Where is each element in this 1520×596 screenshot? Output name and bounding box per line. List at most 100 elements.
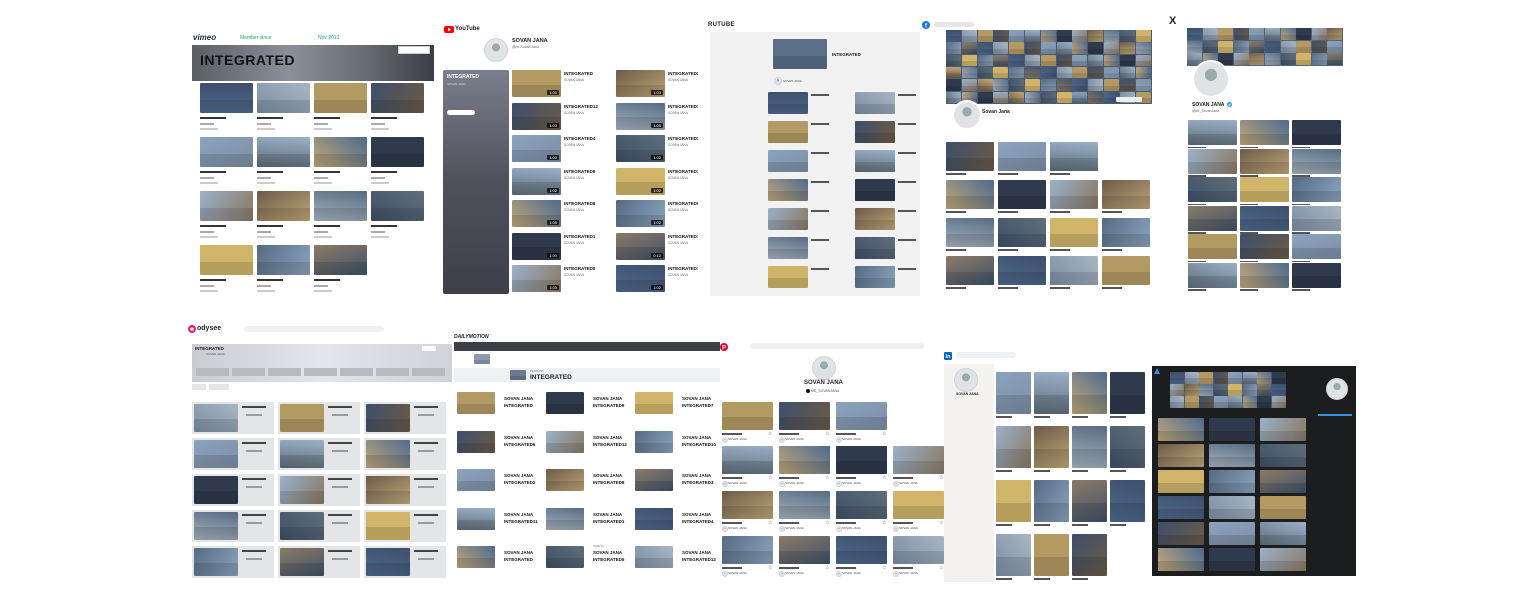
banner-mosaic-tile[interactable] [1187,40,1202,53]
cover-mosaic-tile[interactable] [946,54,961,67]
facebook-video-thumbnail[interactable] [1050,180,1098,209]
pinterest-profile-avatar[interactable] [812,356,836,380]
cover-mosaic-tile[interactable] [1213,384,1228,396]
banner-mosaic-tile[interactable] [1233,40,1249,53]
cover-mosaic-tile[interactable] [1025,79,1040,91]
pinterest-pin-thumbnail[interactable] [836,536,887,564]
pinterest-pin-thumbnail[interactable] [836,446,887,474]
x-media-thumbnail[interactable] [1292,148,1341,174]
facebook-video-thumbnail[interactable] [1050,218,1098,247]
dailymotion-video-thumbnail[interactable] [457,546,495,568]
cover-mosaic-tile[interactable] [977,66,993,79]
x-media-thumbnail[interactable] [1292,262,1341,288]
x-media-thumbnail[interactable] [1240,148,1289,174]
linkedin-video-thumbnail[interactable] [1110,372,1145,414]
banner-mosaic-tile[interactable] [1327,40,1343,53]
odysee-video-thumbnail[interactable] [194,404,238,432]
linkedin-video-thumbnail[interactable] [1072,480,1107,522]
cover-mosaic-tile[interactable] [1088,42,1104,54]
cover-mosaic-tile[interactable] [1104,30,1119,42]
odysee-search-bar[interactable] [244,326,384,332]
odysee-filter-1[interactable] [192,384,206,390]
vimeo-video-thumbnail[interactable] [257,191,310,221]
cover-mosaic-tile[interactable] [1257,396,1271,408]
odysee-tab[interactable] [232,368,265,376]
cover-mosaic-tile[interactable] [961,30,977,42]
odysee-tab[interactable] [376,368,409,376]
cover-mosaic-tile[interactable] [1213,372,1228,384]
cover-mosaic-tile[interactable] [946,79,961,91]
linkedin-video-thumbnail[interactable] [996,426,1031,468]
pinterest-pin-thumbnail[interactable] [836,402,887,430]
pinterest-pin-thumbnail[interactable] [779,402,830,430]
odysee-tab[interactable] [304,368,337,376]
cover-mosaic-tile[interactable] [1072,79,1088,91]
save-star-icon[interactable]: ☆ [768,475,772,481]
cover-mosaic-tile[interactable] [1170,396,1184,408]
dailymotion-video-thumbnail[interactable] [635,430,673,453]
pinterest-pin-thumbnail[interactable] [893,536,944,564]
save-star-icon[interactable]: ☆ [825,565,829,571]
banner-mosaic-tile[interactable] [1202,40,1218,53]
vimeo-video-thumbnail[interactable] [200,137,253,167]
banner-mosaic-tile[interactable] [1265,53,1280,66]
odysee-video-thumbnail[interactable] [280,548,324,576]
rutube-video-thumbnail[interactable] [768,150,808,172]
rutube-video-thumbnail[interactable] [855,208,895,230]
cover-mosaic-tile[interactable] [1135,66,1151,79]
vimeo-video-thumbnail[interactable] [314,137,367,167]
odysee-video-thumbnail[interactable] [280,512,324,540]
facebook-video-thumbnail[interactable] [998,256,1046,285]
youtube-video-thumbnail[interactable]: 1:02 [616,135,665,162]
cover-mosaic-tile[interactable] [993,54,1009,67]
vimeo-video-thumbnail[interactable] [200,83,253,113]
cover-mosaic-tile[interactable] [1135,30,1151,42]
vimeo-video-thumbnail[interactable] [257,137,310,167]
facebook-video-thumbnail[interactable] [1102,180,1150,209]
cover-mosaic-tile[interactable] [1009,54,1025,67]
facebook-search-bar[interactable] [934,22,974,27]
cover-mosaic-tile[interactable] [993,79,1009,91]
cover-mosaic-tile[interactable] [1040,79,1056,91]
odysee-follow-button[interactable] [422,346,436,351]
pinterest-pin-thumbnail[interactable] [722,446,773,474]
cover-mosaic-tile[interactable] [1025,30,1040,42]
cover-mosaic-tile[interactable] [1199,396,1213,408]
cover-mosaic-tile[interactable] [1072,30,1088,42]
dark-panel-video-thumbnail[interactable] [1260,548,1306,571]
linkedin-video-thumbnail[interactable] [1034,534,1069,576]
rutube-video-thumbnail[interactable] [855,150,895,172]
rutube-video-thumbnail[interactable] [768,92,808,114]
youtube-video-thumbnail[interactable]: 1:02 [512,167,561,195]
dark-panel-avatar[interactable] [1326,378,1348,400]
odysee-video-thumbnail[interactable] [366,548,410,576]
linkedin-search-bar[interactable] [956,352,1016,358]
cover-mosaic-tile[interactable] [1184,396,1199,408]
linkedin-video-thumbnail[interactable] [1034,480,1069,522]
youtube-video-thumbnail[interactable]: 1:00 [512,70,561,97]
cover-mosaic-tile[interactable] [1056,54,1072,67]
save-star-icon[interactable]: ☆ [768,520,772,526]
rutube-playlist-cover[interactable] [773,39,827,69]
cover-mosaic-tile[interactable] [1025,91,1040,103]
odysee-logo-icon[interactable] [188,325,196,333]
youtube-video-thumbnail[interactable]: 1:05 [616,102,665,130]
odysee-video-thumbnail[interactable] [194,548,238,576]
facebook-video-thumbnail[interactable] [946,218,994,247]
cover-mosaic-tile[interactable] [993,42,1009,54]
banner-mosaic-tile[interactable] [1311,40,1327,53]
facebook-profile-avatar[interactable] [952,100,982,130]
pinterest-pin-thumbnail[interactable] [722,491,773,519]
linkedin-video-thumbnail[interactable] [1034,372,1069,414]
x-media-thumbnail[interactable] [1188,148,1237,174]
banner-mosaic-tile[interactable] [1296,53,1312,66]
save-star-icon[interactable]: ☆ [825,431,829,437]
dailymotion-video-thumbnail[interactable] [546,507,584,530]
edit-cover-button[interactable] [1116,97,1142,102]
rutube-video-thumbnail[interactable] [768,121,808,143]
rutube-video-thumbnail[interactable] [768,179,808,201]
cover-mosaic-tile[interactable] [1088,30,1104,42]
cover-mosaic-tile[interactable] [1088,54,1104,67]
dark-panel-logo-icon[interactable] [1154,368,1160,374]
dailymotion-video-thumbnail[interactable] [635,546,673,568]
